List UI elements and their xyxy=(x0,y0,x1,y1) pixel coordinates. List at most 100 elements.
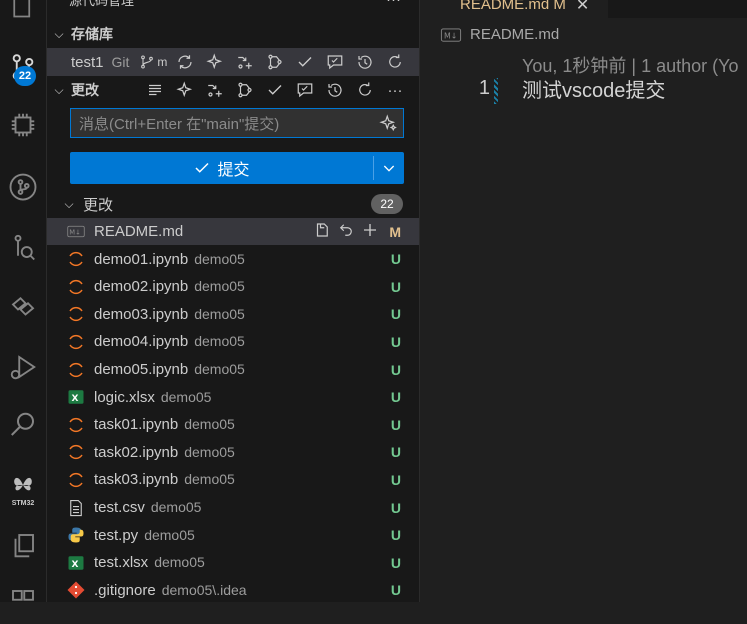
editor-area: README.md M ✕ M↓ README.md You, 1秒钟前 | 1… xyxy=(420,0,747,602)
list-item[interactable]: test.csv demo05 U xyxy=(47,494,419,521)
file-status: U xyxy=(390,582,401,599)
svg-text:M↓: M↓ xyxy=(69,229,80,237)
file-label: demo02.ipynb xyxy=(94,278,189,296)
file-status: U xyxy=(390,416,401,433)
chevron-down-icon xyxy=(383,165,395,172)
generate-message-icon[interactable] xyxy=(379,114,397,136)
jupyter-icon xyxy=(67,278,85,296)
jupyter-icon xyxy=(67,250,85,268)
activity-bar: 22 STM32 xyxy=(0,0,47,602)
list-item[interactable]: task02.ipynb demo05 U xyxy=(47,439,419,466)
file-dir: demo05 xyxy=(194,305,245,322)
file-name: task01.ipynb demo05 xyxy=(94,416,235,433)
remote-explorer-icon[interactable] xyxy=(0,284,46,330)
git-graph-icon[interactable] xyxy=(0,164,46,210)
changes-section-title: 更改 xyxy=(71,82,99,98)
git-compare-icon[interactable] xyxy=(235,80,255,100)
pull-request-icon[interactable] xyxy=(235,52,255,72)
file-name: test.csv demo05 xyxy=(94,499,201,516)
refresh-icon[interactable] xyxy=(385,52,405,72)
tab-label: README.md M xyxy=(460,0,566,13)
svg-text:M↓: M↓ xyxy=(444,31,457,40)
check-icon[interactable] xyxy=(295,52,315,72)
comment-icon[interactable] xyxy=(295,80,315,100)
list-item[interactable]: M↓ README.md M xyxy=(47,218,419,245)
pull-request-icon[interactable] xyxy=(205,80,225,100)
markdown-icon: M↓ xyxy=(67,223,85,241)
branch-icon xyxy=(141,55,154,69)
file-actions xyxy=(313,221,379,243)
scm-count-badge: 22 xyxy=(14,66,36,86)
file-status: U xyxy=(390,306,401,323)
sync-icon[interactable] xyxy=(175,52,195,72)
stm32-icon[interactable]: STM32 xyxy=(0,472,46,512)
file-status: U xyxy=(390,444,401,461)
jupyter-icon xyxy=(67,305,85,323)
file-status: U xyxy=(390,499,401,516)
copy-icon[interactable] xyxy=(0,522,46,568)
explorer-icon[interactable] xyxy=(0,0,46,32)
changes-group-label: 更改 xyxy=(83,196,114,214)
git-compare-icon[interactable] xyxy=(265,52,285,72)
code-line[interactable]: 测试vscode提交 xyxy=(522,74,665,103)
repo-name: test1 xyxy=(71,53,104,71)
changes-section-header[interactable]: ⌵ 更改 ··· xyxy=(47,78,419,102)
open-file-icon[interactable] xyxy=(313,221,331,243)
run-debug-icon[interactable] xyxy=(0,344,46,390)
list-item[interactable]: demo01.ipynb demo05 U xyxy=(47,246,419,273)
check-icon[interactable] xyxy=(265,80,285,100)
list-view-icon[interactable] xyxy=(145,80,165,100)
changes-group-header[interactable]: ⌵ 更改 22 xyxy=(47,191,419,217)
chip-icon[interactable] xyxy=(0,102,46,148)
file-dir: demo05 xyxy=(184,443,235,460)
more-actions-icon[interactable]: ··· xyxy=(385,80,405,100)
list-item[interactable]: Xlogic.xlsx demo05 U xyxy=(47,384,419,411)
list-item[interactable]: test.py demo05 U xyxy=(47,522,419,549)
list-item[interactable]: demo02.ipynb demo05 U xyxy=(47,273,419,300)
repository-row[interactable]: test1 Git m xyxy=(47,48,419,76)
jupyter-icon xyxy=(67,416,85,434)
commit-button[interactable]: 提交 xyxy=(70,152,373,184)
search-icon[interactable] xyxy=(0,402,46,448)
file-name: task02.ipynb demo05 xyxy=(94,444,235,461)
discard-changes-icon[interactable] xyxy=(337,221,355,243)
commit-dropdown-button[interactable] xyxy=(374,152,404,184)
file-label: README.md xyxy=(94,223,184,240)
repositories-header[interactable]: ⌵ 存储库 xyxy=(47,22,419,46)
tab-readme[interactable]: README.md M ✕ xyxy=(420,0,608,18)
jupyter-icon xyxy=(67,333,85,351)
repositories-title: 存储库 xyxy=(71,26,113,42)
comment-icon[interactable] xyxy=(325,52,345,72)
history-icon[interactable] xyxy=(355,52,375,72)
refresh-icon[interactable] xyxy=(355,80,375,100)
branch-button[interactable]: m xyxy=(139,54,167,70)
file-name: task03.ipynb demo05 xyxy=(94,471,235,488)
sparkle-icon[interactable] xyxy=(175,80,195,100)
file-status: U xyxy=(390,527,401,544)
more-actions-icon[interactable]: ··· xyxy=(386,0,401,8)
history-icon[interactable] xyxy=(325,80,345,100)
python-icon xyxy=(67,526,85,544)
file-name: demo05.ipynb demo05 xyxy=(94,361,245,378)
file-label: logic.xlsx xyxy=(94,388,155,406)
stage-changes-icon[interactable] xyxy=(361,221,379,243)
modified-gutter-indicator[interactable] xyxy=(494,78,498,104)
list-item[interactable]: task01.ipynb demo05 U xyxy=(47,411,419,438)
list-item[interactable]: Xtest.xlsx demo05 U xyxy=(47,549,419,576)
commit-button-group: 提交 xyxy=(70,152,404,184)
extensions-icon[interactable] xyxy=(0,578,46,624)
sidebar-title-bar: 源代码管理 ··· xyxy=(47,0,419,10)
source-control-sidebar: 源代码管理 ··· ⌵ 存储库 test1 Git m ⌵ 更改 xyxy=(47,0,420,602)
sparkle-icon[interactable] xyxy=(205,52,225,72)
excel-icon: X xyxy=(67,554,85,572)
list-item[interactable]: .gitignore demo05\.idea U xyxy=(47,577,419,602)
list-item[interactable]: demo04.ipynb demo05 U xyxy=(47,328,419,355)
list-item[interactable]: demo03.ipynb demo05 U xyxy=(47,301,419,328)
commit-message-input[interactable] xyxy=(77,113,371,135)
list-item[interactable]: demo05.ipynb demo05 U xyxy=(47,356,419,383)
gitlens-icon[interactable] xyxy=(0,224,46,270)
close-icon[interactable]: ✕ xyxy=(576,0,589,15)
list-item[interactable]: task03.ipynb demo05 U xyxy=(47,466,419,493)
file-dir: demo05 xyxy=(150,499,202,515)
breadcrumb[interactable]: M↓ README.md xyxy=(440,26,559,43)
